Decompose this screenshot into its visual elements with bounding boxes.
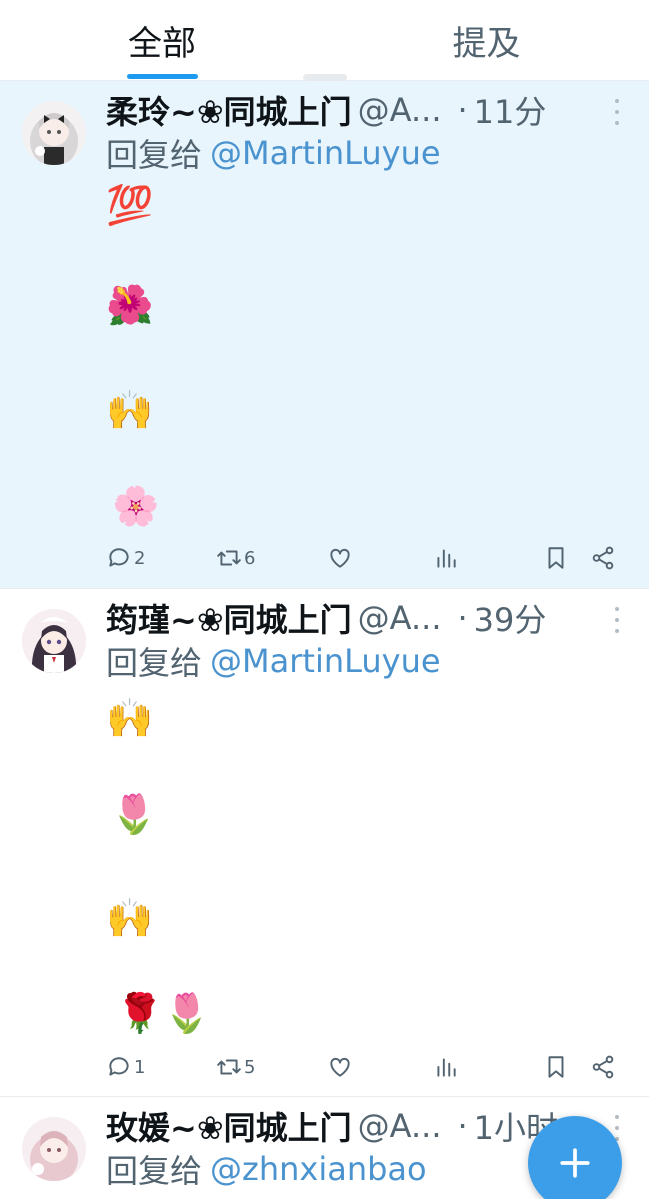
- bookmark-icon: [548, 547, 564, 569]
- active-tab-indicator: [127, 74, 198, 79]
- tweet-actions: 2 6: [0, 543, 649, 573]
- reply-count: 2: [134, 547, 146, 569]
- reply-context: 回复给 @MartinLuyue: [106, 133, 441, 174]
- avatar-image: [22, 101, 86, 165]
- heart-icon: [330, 548, 350, 568]
- views-button[interactable]: [433, 1052, 459, 1082]
- reply-button[interactable]: 1: [106, 1052, 145, 1082]
- timestamp[interactable]: 39分: [474, 595, 547, 641]
- bookmark-icon: [548, 1056, 564, 1078]
- bookmark-button[interactable]: [543, 1052, 569, 1082]
- tweet-text-line: 🙌: [106, 896, 154, 940]
- reply-mention-link[interactable]: @MartinLuyue: [210, 642, 441, 680]
- reply-prefix: 回复给: [106, 1152, 203, 1190]
- tweet-header: 柔玲~❀同城上门 @A... · 11分: [106, 87, 547, 133]
- retweet-button[interactable]: 6: [216, 543, 255, 573]
- like-button[interactable]: [327, 543, 353, 573]
- separator-dot: ·: [457, 599, 468, 637]
- pull-handle: [303, 74, 347, 81]
- avatar-image: [22, 1117, 86, 1181]
- bookmark-button[interactable]: [543, 543, 569, 573]
- separator-dot: ·: [457, 91, 468, 129]
- heart-icon: [330, 1057, 350, 1077]
- more-options-icon[interactable]: [612, 607, 622, 633]
- tab-mentions[interactable]: 提及: [324, 0, 649, 81]
- tweet[interactable]: 筠瑾~❀同城上门 @A... · 39分 回复给 @MartinLuyue 🙌 …: [0, 589, 649, 1097]
- views-icon: [437, 1058, 456, 1077]
- tweet-text-line: 🙌: [106, 696, 154, 740]
- tweet-header: 筠瑾~❀同城上门 @A... · 39分: [106, 595, 547, 641]
- share-icon: [592, 1055, 614, 1079]
- tweet-text-line: 💯: [106, 183, 154, 227]
- tweet-header: 玫媛~❀同城上门 @A... · 1小时: [106, 1103, 558, 1149]
- avatar-image: [22, 609, 86, 673]
- display-name[interactable]: 柔玲~❀同城上门: [106, 87, 352, 133]
- views-button[interactable]: [433, 543, 459, 573]
- reply-context: 回复给 @zhnxianbao: [106, 1149, 427, 1190]
- reply-prefix: 回复给: [106, 136, 203, 174]
- tweet-text-line: 🌸: [112, 484, 160, 528]
- tab-bar: 全部 提及: [0, 0, 649, 81]
- share-button[interactable]: [590, 543, 616, 573]
- notifications-screen: 全部 提及 柔玲~❀同城上门 @A... · 11分 回复给 @MartinLu…: [0, 0, 649, 1199]
- reply-button[interactable]: 2: [106, 543, 145, 573]
- tweet-text-line: 🌹🌷: [116, 991, 211, 1035]
- compose-button[interactable]: [528, 1116, 622, 1199]
- avatar[interactable]: [22, 609, 86, 673]
- retweet-count: 6: [244, 547, 256, 569]
- user-handle[interactable]: @A...: [358, 599, 442, 637]
- reply-mention-link[interactable]: @zhnxianbao: [210, 1150, 427, 1188]
- like-button[interactable]: [327, 1052, 353, 1082]
- tweet[interactable]: 柔玲~❀同城上门 @A... · 11分 回复给 @MartinLuyue 💯 …: [0, 81, 649, 589]
- share-icon: [592, 546, 614, 570]
- retweet-icon: [217, 1059, 241, 1075]
- display-name[interactable]: 筠瑾~❀同城上门: [106, 595, 352, 641]
- views-icon: [437, 549, 456, 568]
- share-button[interactable]: [590, 1052, 616, 1082]
- retweet-button[interactable]: 5: [216, 1052, 255, 1082]
- tweet-text-line: 🌺: [106, 283, 154, 327]
- plus-icon: [560, 1148, 590, 1178]
- user-handle[interactable]: @A...: [358, 91, 442, 129]
- comment-icon: [109, 548, 129, 567]
- reply-mention-link[interactable]: @MartinLuyue: [210, 134, 441, 172]
- retweet-icon: [217, 550, 241, 566]
- tweet-actions: 1 5: [0, 1052, 649, 1082]
- avatar[interactable]: [22, 101, 86, 165]
- tweet-text-line: 🌷: [110, 792, 158, 836]
- comment-icon: [109, 1057, 129, 1076]
- reply-context: 回复给 @MartinLuyue: [106, 641, 441, 682]
- avatar[interactable]: [22, 1117, 86, 1181]
- retweet-count: 5: [244, 1056, 256, 1078]
- separator-dot: ·: [457, 1107, 468, 1145]
- reply-prefix: 回复给: [106, 644, 203, 682]
- display-name[interactable]: 玫媛~❀同城上门: [106, 1103, 352, 1149]
- more-options-icon[interactable]: [612, 99, 622, 125]
- user-handle[interactable]: @A...: [358, 1107, 442, 1145]
- tab-all[interactable]: 全部: [0, 0, 324, 81]
- tweet-text-line: 🙌: [106, 388, 154, 432]
- timestamp[interactable]: 11分: [474, 87, 547, 133]
- reply-count: 1: [134, 1056, 146, 1078]
